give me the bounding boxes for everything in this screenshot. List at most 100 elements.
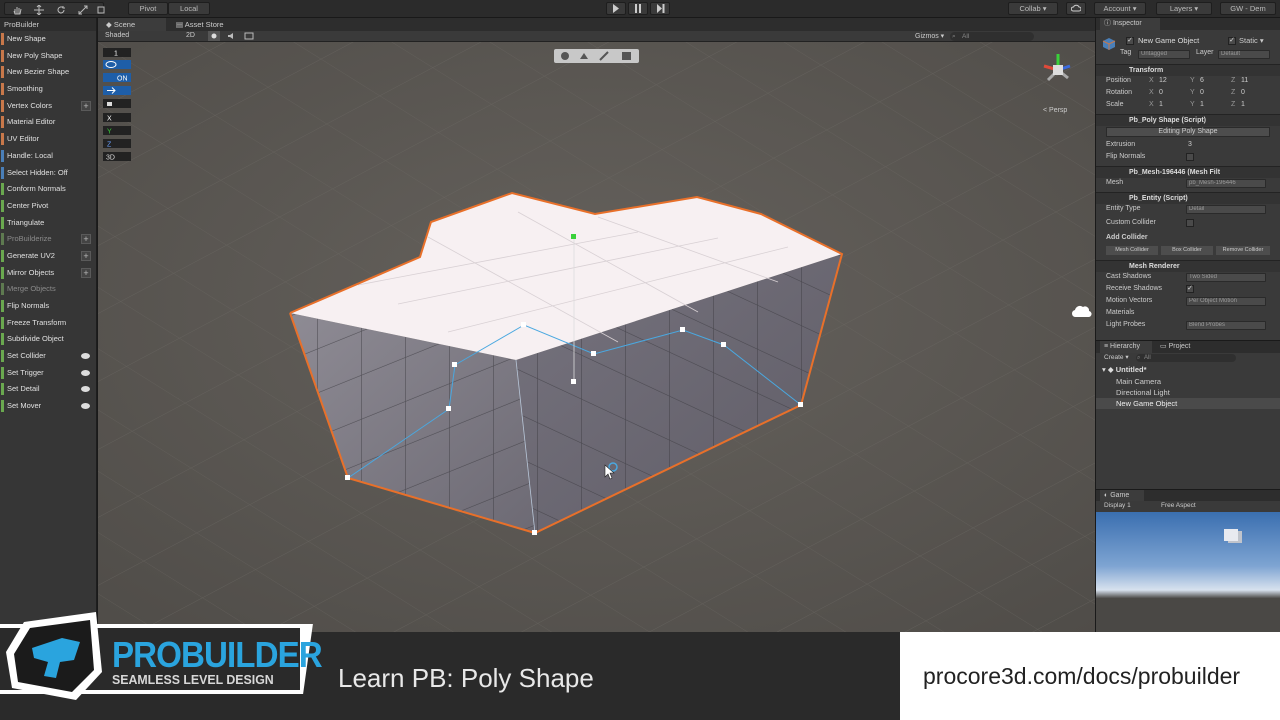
flip-normals-checkbox[interactable] (1186, 153, 1194, 161)
pb-menu-item[interactable]: New Poly Shape (0, 48, 96, 65)
vertex-handle[interactable] (345, 475, 350, 480)
position-x-field[interactable]: 12 (1159, 75, 1167, 87)
vertex-handle[interactable] (571, 379, 576, 384)
visibility-toggle[interactable] (103, 60, 131, 69)
options-plus-icon[interactable]: + (81, 234, 91, 245)
tab-asset-store[interactable]: ▤ Asset Store (168, 18, 248, 31)
game-view-render[interactable] (1096, 512, 1280, 632)
box-collider-button[interactable]: Box Collider (1161, 246, 1213, 255)
pb-menu-item[interactable]: Vertex Colors + (0, 98, 96, 115)
vertex-handle[interactable] (591, 351, 596, 356)
tab-hierarchy[interactable]: ≡ Hierarchy (1100, 341, 1152, 353)
hand-tool-icon[interactable] (12, 4, 22, 15)
pb-menu-item[interactable]: Set Detail (0, 381, 96, 398)
pb-menu-item[interactable]: New Bezier Shape (0, 64, 96, 81)
motion-vectors-dropdown[interactable]: Per Object Motion (1186, 296, 1266, 306)
pb-menu-item[interactable]: Conform Normals (0, 181, 96, 198)
object-mode-icon[interactable] (561, 52, 569, 60)
position-y-field[interactable]: 6 (1200, 75, 1204, 87)
options-plus-icon[interactable]: + (81, 100, 91, 111)
receive-shadows-checkbox[interactable]: ✓ (1186, 285, 1194, 293)
layer-dropdown[interactable]: Default (1218, 50, 1270, 59)
vertex-handle[interactable] (680, 327, 685, 332)
play-button[interactable] (606, 2, 626, 15)
vertex-handle[interactable] (521, 322, 526, 327)
aspect-dropdown[interactable]: Free Aspect (1161, 502, 1196, 509)
static-checkbox[interactable]: ✓ (1228, 37, 1236, 45)
pb-menu-item[interactable]: New Shape (0, 31, 96, 48)
tab-game[interactable]: ◐ Game (1100, 490, 1144, 501)
hierarchy-item-new-game-object[interactable]: New Game Object (1116, 399, 1177, 408)
pb-menu-item[interactable]: Flip Normals (0, 298, 96, 315)
tab-inspector[interactable]: ⓘ Inspector (1100, 18, 1160, 30)
rotation-y-field[interactable]: 0 (1200, 87, 1204, 99)
scene-canvas[interactable]: < Persp 1 ON X Y Z 3D (98, 42, 1095, 632)
pb-menu-item[interactable]: Triangulate (0, 215, 96, 232)
extrusion-field[interactable]: 3 (1188, 139, 1192, 151)
pb-menu-item[interactable]: ProBuilderize + (0, 231, 96, 248)
layout-dropdown[interactable]: GW - Dem (1220, 2, 1276, 15)
pb-menu-item[interactable]: Material Editor (0, 114, 96, 131)
rotation-z-field[interactable]: 0 (1241, 87, 1245, 99)
scale-x-field[interactable]: 1 (1159, 99, 1163, 111)
hierarchy-search-input[interactable]: ⌕ All (1136, 354, 1236, 362)
pb-menu-item[interactable]: Freeze Transform (0, 315, 96, 332)
cloud-button[interactable] (1066, 2, 1086, 15)
move-tool-icon[interactable] (34, 4, 44, 15)
face-mode-icon[interactable] (622, 52, 631, 60)
eye-icon[interactable] (81, 386, 90, 393)
eye-icon[interactable] (81, 369, 90, 376)
rotate-tool-icon[interactable] (56, 4, 66, 15)
persp-label[interactable]: < Persp (1043, 107, 1067, 114)
lighting-toggle-icon[interactable] (208, 31, 220, 41)
editing-poly-shape-button[interactable]: Editing Poly Shape (1106, 127, 1270, 137)
pause-button[interactable] (628, 2, 648, 15)
extrude-handle[interactable] (571, 234, 576, 239)
object-name-field[interactable]: New Game Object (1138, 36, 1199, 45)
static-dropdown[interactable]: Static ▾ (1239, 36, 1264, 45)
pb-menu-item[interactable]: Set Mover (0, 398, 96, 415)
options-plus-icon[interactable]: + (81, 250, 91, 261)
mesh-field[interactable]: pb_Mesh-196446 (1186, 178, 1266, 188)
vertex-handle[interactable] (532, 530, 537, 535)
scene-search-input[interactable]: ⌕ All (950, 32, 1034, 41)
entity-type-dropdown[interactable]: Detail (1186, 204, 1266, 214)
pb-menu-item[interactable]: Set Trigger (0, 365, 96, 382)
pb-menu-item[interactable]: Merge Objects (0, 281, 96, 298)
eye-icon[interactable] (81, 403, 90, 410)
options-plus-icon[interactable]: + (81, 267, 91, 278)
account-dropdown[interactable]: Account ▾ (1094, 2, 1146, 15)
pb-menu-item[interactable]: Select Hidden: Off (0, 165, 96, 182)
remove-collider-button[interactable]: Remove Collider (1216, 246, 1270, 255)
scale-z-field[interactable]: 1 (1241, 99, 1245, 111)
eye-icon[interactable] (81, 353, 90, 360)
pb-menu-item[interactable]: Handle: Local (0, 148, 96, 165)
tag-dropdown[interactable]: Untagged (1138, 50, 1190, 59)
mode-2d-toggle[interactable]: 2D (186, 32, 195, 39)
pb-menu-item[interactable]: Center Pivot (0, 198, 96, 215)
pb-menu-item[interactable]: Subdivide Object (0, 331, 96, 348)
create-dropdown[interactable]: Create ▾ (1104, 353, 1129, 361)
collab-dropdown[interactable]: Collab ▾ (1008, 2, 1058, 15)
scale-y-field[interactable]: 1 (1200, 99, 1204, 111)
pb-menu-item[interactable]: UV Editor (0, 131, 96, 148)
light-probes-dropdown[interactable]: Blend Probes (1186, 320, 1266, 330)
display-dropdown[interactable]: Display 1 (1104, 502, 1131, 509)
rect-tool-icon[interactable] (97, 4, 105, 15)
hierarchy-item-main-camera[interactable]: Main Camera (1116, 377, 1161, 386)
custom-collider-checkbox[interactable] (1186, 219, 1194, 227)
scene-root[interactable]: ▾ ◆ Untitled* (1102, 365, 1147, 374)
vertex-handle[interactable] (798, 402, 803, 407)
scale-tool-icon[interactable] (78, 4, 88, 15)
tab-project[interactable]: ▭ Project (1156, 341, 1206, 353)
cast-shadows-dropdown[interactable]: Two Sided (1186, 272, 1266, 282)
gizmos-dropdown[interactable]: Gizmos ▾ (915, 32, 944, 40)
vertex-handle[interactable] (452, 362, 457, 367)
pb-menu-item[interactable]: Mirror Objects + (0, 265, 96, 282)
docs-url[interactable]: procore3d.com/docs/probuilder (923, 663, 1240, 690)
materials-row[interactable]: Materials (1096, 307, 1280, 319)
tab-scene[interactable]: ◆ Scene (98, 18, 166, 31)
position-z-field[interactable]: 11 (1241, 75, 1248, 87)
hierarchy-item-directional-light[interactable]: Directional Light (1116, 388, 1170, 397)
layers-dropdown[interactable]: Layers ▾ (1156, 2, 1212, 15)
